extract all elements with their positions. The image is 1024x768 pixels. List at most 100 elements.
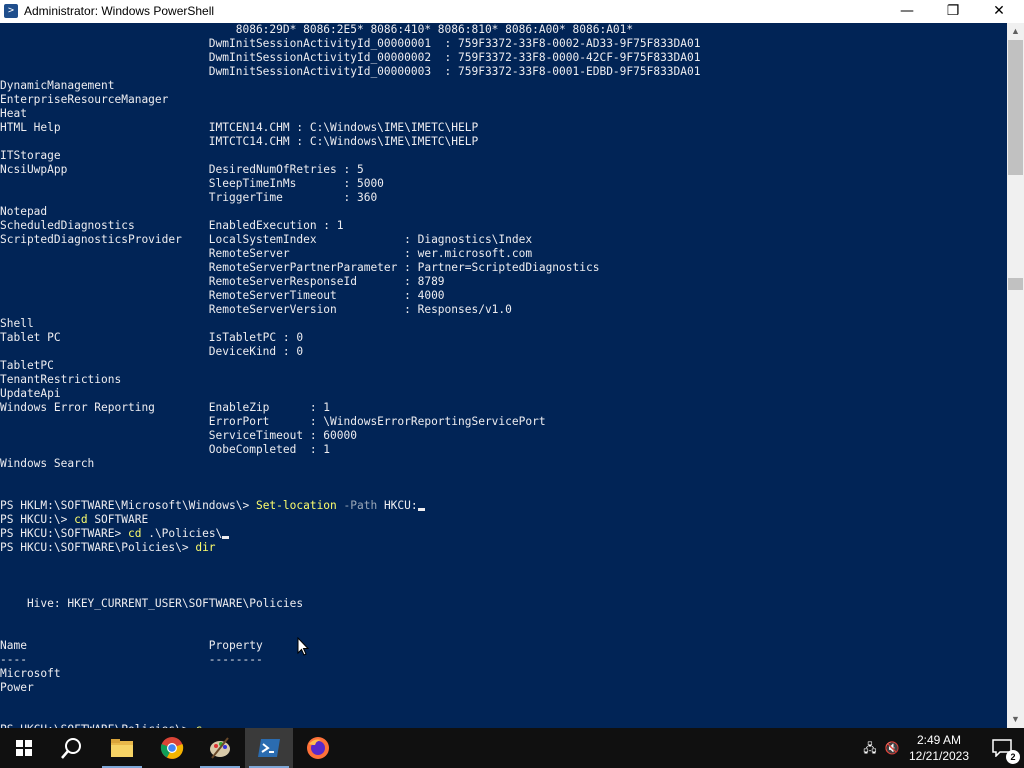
console-lines: 8086:29D* 8086:2E5* 8086:410* 8086:810* … bbox=[0, 23, 701, 728]
console-line: EnterpriseResourceManager bbox=[0, 93, 169, 106]
title-bar[interactable]: > Administrator: Windows PowerShell — ❐ … bbox=[0, 0, 1024, 23]
windows-logo-icon bbox=[16, 740, 32, 756]
taskbar: 🖧 🔇 2:49 AM 12/21/2023 2 bbox=[0, 728, 1024, 768]
maximize-button[interactable]: ❐ bbox=[930, 0, 976, 23]
console-output[interactable]: 8086:29D* 8086:2E5* 8086:410* 8086:810* … bbox=[0, 23, 1007, 728]
prompt-text: PS HKLM:\SOFTWARE\Microsoft\Windows\> bbox=[0, 499, 256, 512]
powershell-button[interactable] bbox=[245, 728, 293, 768]
prompt-text: PS HKCU:\SOFTWARE> bbox=[0, 527, 128, 540]
scroll-down-arrow-icon[interactable]: ▼ bbox=[1007, 711, 1024, 728]
clock-time: 2:49 AM bbox=[916, 733, 962, 747]
console-line: ErrorPort : \WindowsErrorReportingServic… bbox=[0, 415, 546, 428]
notification-center-button[interactable]: 2 bbox=[984, 728, 1024, 768]
powershell-icon bbox=[258, 739, 280, 757]
search-icon bbox=[61, 738, 81, 759]
argument-text: HKCU: bbox=[377, 499, 418, 512]
clock-date: 12/21/2023 bbox=[908, 749, 970, 763]
window-title: Administrator: Windows PowerShell bbox=[24, 4, 215, 18]
close-button[interactable]: ✕ bbox=[976, 0, 1022, 23]
console-line: Tablet PC IsTabletPC : 0 bbox=[0, 331, 304, 344]
prompt-line: PS HKCU:\SOFTWARE\Policies\> dir bbox=[0, 541, 701, 555]
console-line: DynamicManagement bbox=[0, 79, 115, 92]
folder-icon bbox=[111, 739, 133, 757]
console-line: RemoteServerVersion : Responses/v1.0 bbox=[0, 303, 512, 316]
console-line: RemoteServerPartnerParameter : Partner=S… bbox=[0, 261, 600, 274]
file-explorer-button[interactable] bbox=[98, 728, 146, 768]
argument-text: .\Policies\ bbox=[141, 527, 223, 540]
console-line: OobeCompleted : 1 bbox=[0, 443, 331, 456]
chrome-icon bbox=[160, 737, 184, 759]
vertical-scrollbar[interactable]: ▲ ▼ bbox=[1007, 23, 1024, 728]
scroll-thumb[interactable] bbox=[1008, 278, 1023, 290]
console-line: IMTCTC14.CHM : C:\Windows\IME\IMETC\HELP bbox=[0, 135, 479, 148]
console-line: NcsiUwpApp DesiredNumOfRetries : 5 bbox=[0, 163, 364, 176]
console-line: RemoteServerTimeout : 4000 bbox=[0, 289, 445, 302]
console-line: ITStorage bbox=[0, 149, 61, 162]
console-line: ScheduledDiagnostics EnabledExecution : … bbox=[0, 219, 344, 232]
console-line: Microsoft bbox=[0, 667, 61, 680]
console-line: TabletPC bbox=[0, 359, 54, 372]
prompt-line: PS HKCU:\SOFTWARE> cd .\Policies\ bbox=[0, 527, 701, 541]
prompt-text: PS HKCU:\SOFTWARE\Policies\> bbox=[0, 541, 196, 554]
console-line: RemoteServer : wer.microsoft.com bbox=[0, 247, 533, 260]
prompt-text: PS HKCU:\> bbox=[0, 513, 75, 526]
console-line: DeviceKind : 0 bbox=[0, 345, 304, 358]
text-cursor bbox=[222, 536, 230, 539]
network-icon[interactable]: 🖧 bbox=[862, 740, 878, 756]
console-line: ServiceTimeout : 60000 bbox=[0, 429, 357, 442]
console-line: Windows Error Reporting EnableZip : 1 bbox=[0, 401, 331, 414]
console-line: Heat bbox=[0, 107, 27, 120]
console-line: DwmInitSessionActivityId_00000003 : 759F… bbox=[0, 65, 701, 78]
command-text: cd bbox=[127, 527, 142, 540]
console-line: DwmInitSessionActivityId_00000001 : 759F… bbox=[0, 37, 701, 50]
scroll-track-upper[interactable] bbox=[1008, 40, 1023, 175]
console-line: RemoteServerResponseId : 8789 bbox=[0, 275, 445, 288]
console-line: Power bbox=[0, 681, 34, 694]
clock[interactable]: 2:49 AM 12/21/2023 bbox=[900, 728, 978, 768]
console-line: Notepad bbox=[0, 205, 48, 218]
paint-palette-icon bbox=[210, 737, 230, 759]
parameter-text: -Path bbox=[336, 499, 378, 512]
firefox-button[interactable] bbox=[294, 728, 342, 768]
command-text: Set-location bbox=[255, 499, 337, 512]
start-button[interactable] bbox=[0, 728, 48, 768]
console-line: Windows Search bbox=[0, 457, 95, 470]
minimize-button[interactable]: — bbox=[884, 0, 930, 23]
console-line: Name Property bbox=[0, 639, 263, 652]
chrome-button[interactable] bbox=[148, 728, 196, 768]
console-line: UpdateApi bbox=[0, 387, 61, 400]
mouse-pointer-icon bbox=[297, 637, 309, 656]
powershell-window-icon[interactable]: > bbox=[4, 4, 18, 18]
notification-count-badge: 2 bbox=[1006, 750, 1020, 764]
console-line: 8086:29D* 8086:2E5* 8086:410* 8086:810* … bbox=[0, 23, 634, 36]
console-line: DwmInitSessionActivityId_00000002 : 759F… bbox=[0, 51, 701, 64]
paint-button[interactable] bbox=[196, 728, 244, 768]
search-button[interactable] bbox=[48, 728, 96, 768]
console-line: ---- -------- bbox=[0, 653, 263, 666]
command-text: dir bbox=[195, 541, 216, 554]
console-line: ScriptedDiagnosticsProvider LocalSystemI… bbox=[0, 233, 533, 246]
console-line: SleepTimeInMs : 5000 bbox=[0, 177, 384, 190]
console-line: Shell bbox=[0, 317, 34, 330]
text-cursor bbox=[417, 508, 425, 511]
console-line: TriggerTime : 360 bbox=[0, 191, 378, 204]
firefox-icon bbox=[307, 737, 329, 759]
scroll-up-arrow-icon[interactable]: ▲ bbox=[1007, 23, 1024, 40]
console-line: HTML Help IMTCEN14.CHM : C:\Windows\IME\… bbox=[0, 121, 479, 134]
prompt-line: PS HKLM:\SOFTWARE\Microsoft\Windows\> Se… bbox=[0, 499, 701, 513]
console-line: TenantRestrictions bbox=[0, 373, 122, 386]
argument-text: SOFTWARE bbox=[87, 513, 149, 526]
prompt-line: PS HKCU:\> cd SOFTWARE bbox=[0, 513, 701, 527]
volume-muted-icon[interactable]: 🔇 bbox=[884, 740, 900, 756]
console-line: Hive: HKEY_CURRENT_USER\SOFTWARE\Policie… bbox=[0, 597, 304, 610]
command-text: cd bbox=[74, 513, 88, 526]
